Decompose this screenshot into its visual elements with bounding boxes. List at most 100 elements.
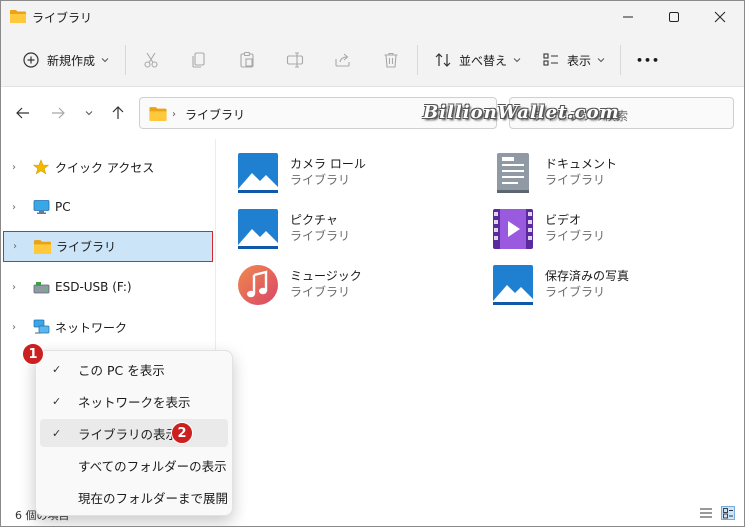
chevron-right-icon: › (12, 201, 16, 213)
arrow-right-icon (52, 107, 65, 119)
clipboard-icon (240, 51, 254, 68)
monitor-icon (32, 198, 50, 216)
videos-library-icon (493, 209, 533, 249)
library-tile-videos[interactable]: ビデオ ライブラリ (491, 205, 721, 255)
menu-item-expand-to-current[interactable]: 現在のフォルダーまで展開 (40, 483, 228, 511)
library-type: ライブラリ (290, 285, 351, 299)
library-tile-camera-roll[interactable]: カメラ ロール ライブラリ (236, 149, 466, 199)
toolbar-separator (125, 45, 126, 75)
library-type: ライブラリ (545, 285, 606, 299)
scissors-icon (144, 52, 158, 68)
sidebar-item-quick-access[interactable]: › クイック アクセス (3, 152, 213, 182)
rename-button[interactable] (285, 45, 305, 75)
menu-item-show-libraries[interactable]: ✓ ライブラリの表示 (40, 419, 228, 447)
share-button[interactable] (333, 45, 353, 75)
view-label: 表示 (567, 53, 592, 68)
cut-button[interactable] (141, 45, 161, 75)
pictures-library-icon (238, 209, 278, 249)
network-icon (32, 318, 50, 336)
menu-item-show-network[interactable]: ✓ ネットワークを表示 (40, 387, 228, 415)
new-button[interactable]: 新規作成 (21, 45, 109, 75)
library-type: ライブラリ (545, 173, 606, 187)
sidebar-item-label: ライブラリ (56, 240, 117, 254)
share-icon (335, 53, 350, 67)
arrow-up-icon (112, 106, 124, 119)
navigation-bar: › ライブラリ ライブラリの検索 (1, 87, 744, 139)
sidebar-item-network[interactable]: › ネットワーク (3, 312, 213, 342)
maximize-icon (669, 12, 679, 22)
sort-label: 並べ替え (459, 53, 508, 68)
address-path: ライブラリ (185, 108, 246, 122)
sidebar-item-libraries[interactable]: › ライブラリ (3, 231, 213, 262)
plus-circle-icon (23, 52, 39, 68)
view-list-icon (543, 53, 558, 66)
library-type: ライブラリ (290, 229, 351, 243)
title-bar: ライブラリ (1, 1, 744, 33)
up-button[interactable] (108, 103, 128, 123)
sidebar-item-label: ESD-USB (F:) (55, 280, 132, 294)
view-button[interactable]: 表示 (541, 45, 605, 75)
library-name: ビデオ (545, 213, 582, 227)
library-name: カメラ ロール (290, 157, 366, 171)
minimize-button[interactable] (605, 1, 651, 33)
folder-icon (10, 10, 26, 23)
navigation-pane-context-menu: ✓ この PC を表示 ✓ ネットワークを表示 ✓ ライブラリの表示 すべてのフ… (35, 350, 233, 516)
folder-icon (33, 238, 51, 256)
menu-item-show-all-folders[interactable]: すべてのフォルダーの表示 (40, 451, 228, 479)
forward-button[interactable] (48, 103, 68, 123)
menu-item-label: 現在のフォルダーまで展開 (78, 490, 229, 506)
library-list: カメラ ロール ライブラリ ドキュメント ライブラリ ピクチャ ライブラリ ビデ… (216, 139, 744, 499)
menu-item-show-this-pc[interactable]: ✓ この PC を表示 (40, 355, 228, 383)
library-tile-saved-pictures[interactable]: 保存済みの写真 ライブラリ (491, 261, 721, 311)
explorer-window: ライブラリ 新規作成 並べ替え 表示 ••• › ライブラリ ライブラリの検索 … (0, 0, 745, 527)
library-tile-pictures[interactable]: ピクチャ ライブラリ (236, 205, 466, 255)
more-options-button[interactable]: ••• (636, 45, 660, 75)
minimize-icon (623, 16, 633, 18)
new-label: 新規作成 (47, 53, 96, 68)
library-tile-music[interactable]: ミュージック ライブラリ (236, 261, 466, 311)
recent-locations-button[interactable] (79, 103, 99, 123)
window-title: ライブラリ (32, 11, 93, 25)
chevron-down-icon (597, 58, 605, 63)
checkmark-icon: ✓ (52, 426, 62, 440)
trash-icon (384, 52, 398, 68)
chevron-down-icon (85, 111, 93, 116)
usb-drive-icon (32, 278, 50, 296)
back-button[interactable] (13, 103, 33, 123)
sidebar-item-label: PC (55, 200, 71, 214)
copy-button[interactable] (189, 45, 209, 75)
menu-item-label: ネットワークを表示 (78, 394, 191, 410)
paste-button[interactable] (237, 45, 257, 75)
star-icon (32, 158, 50, 176)
copy-icon (192, 52, 205, 68)
sidebar-item-usb-drive[interactable]: › ESD-USB (F:) (3, 272, 213, 302)
menu-item-label: ライブラリの表示 (78, 426, 179, 442)
chevron-right-icon: › (12, 321, 16, 333)
close-button[interactable] (697, 1, 743, 33)
library-name: ピクチャ (290, 213, 338, 227)
library-tile-documents[interactable]: ドキュメント ライブラリ (491, 149, 721, 199)
sidebar-item-label: クイック アクセス (55, 160, 155, 175)
maximize-button[interactable] (651, 1, 697, 33)
chevron-right-icon: › (12, 281, 16, 293)
chevron-down-icon (101, 58, 109, 63)
watermark-text: BillionWallet.com (423, 102, 620, 123)
delete-button[interactable] (381, 45, 401, 75)
chevron-right-icon: › (13, 241, 17, 252)
tiles-view-icon[interactable] (721, 506, 735, 520)
step-badge-1: 1 (22, 343, 44, 365)
toolbar-separator (417, 45, 418, 75)
folder-icon (149, 107, 167, 121)
details-view-icon[interactable] (699, 506, 713, 520)
camera-roll-library-icon (238, 153, 278, 193)
sort-button[interactable]: 並べ替え (433, 45, 521, 75)
chevron-down-icon (513, 58, 521, 63)
library-type: ライブラリ (545, 229, 606, 243)
menu-item-label: すべてのフォルダーの表示 (78, 458, 227, 474)
more-dots-icon: ••• (636, 53, 661, 67)
close-icon (714, 11, 726, 23)
music-library-icon (238, 265, 278, 305)
sidebar-item-pc[interactable]: › PC (3, 192, 213, 222)
sidebar-item-label: ネットワーク (55, 320, 128, 335)
sort-arrows-icon (435, 53, 451, 67)
